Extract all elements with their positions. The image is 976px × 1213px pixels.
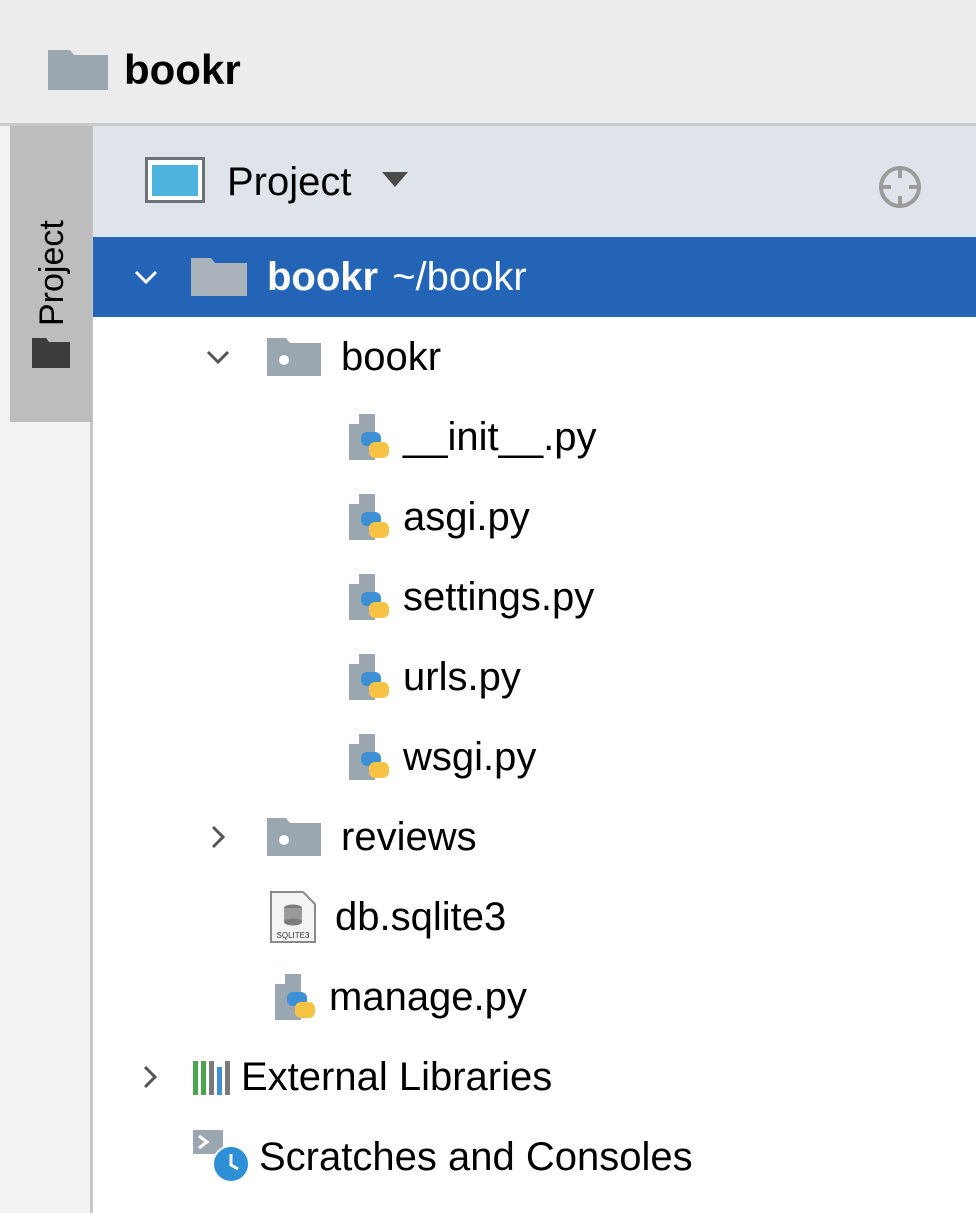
tree-row-root[interactable]: bookr ~/bookr	[93, 237, 976, 317]
tree-row-manage[interactable]: manage.py	[93, 957, 976, 1037]
file-name: asgi.py	[403, 495, 530, 539]
external-libraries-label: External Libraries	[241, 1055, 553, 1099]
window-title: bookr	[124, 46, 241, 93]
db-file-name: db.sqlite3	[335, 895, 507, 939]
bookr-dir-name: bookr	[341, 335, 442, 379]
tree-row-file[interactable]: __init__.py	[93, 397, 976, 477]
python-file-icon	[271, 970, 321, 1024]
chevron-right-icon[interactable]	[133, 1060, 167, 1094]
manage-file-name: manage.py	[329, 975, 527, 1019]
tool-window-strip: Project	[0, 126, 93, 1213]
libraries-icon	[191, 1057, 235, 1097]
root-name: bookr	[267, 255, 379, 299]
project-panel: Project bookr ~/bookr bookr __init__.py …	[93, 126, 976, 1213]
panel-header: Project	[93, 126, 976, 237]
reviews-dir-name: reviews	[341, 815, 477, 859]
python-file-icon	[345, 650, 395, 704]
project-tool-tab-label: Project	[33, 220, 71, 326]
file-name: urls.py	[403, 655, 521, 699]
file-name: wsgi.py	[403, 735, 537, 779]
title-bar: bookr	[0, 0, 976, 126]
folder-icon	[32, 338, 70, 373]
tree-row-reviews-dir[interactable]: reviews	[93, 797, 976, 877]
tree-row-file[interactable]: urls.py	[93, 637, 976, 717]
tree-row-external-libraries[interactable]: External Libraries	[93, 1037, 976, 1117]
scratches-label: Scratches and Consoles	[259, 1135, 693, 1179]
folder-icon	[48, 50, 108, 95]
tree-row-file[interactable]: asgi.py	[93, 477, 976, 557]
folder-icon	[191, 258, 247, 296]
file-name: __init__.py	[403, 415, 597, 459]
tree-row-db[interactable]: SQLITE3 db.sqlite3	[93, 877, 976, 957]
chevron-right-icon[interactable]	[201, 820, 235, 854]
project-tool-tab[interactable]: Project	[10, 126, 92, 422]
sqlite-file-icon: SQLITE3	[267, 890, 319, 944]
tree-row-file[interactable]: settings.py	[93, 557, 976, 637]
scratches-icon	[191, 1128, 255, 1186]
tree-row-bookr-dir[interactable]: bookr	[93, 317, 976, 397]
file-name: settings.py	[403, 575, 595, 619]
view-selector-dropdown[interactable]: Project	[145, 152, 485, 212]
module-folder-icon	[267, 818, 321, 856]
chevron-down-icon[interactable]	[129, 260, 163, 294]
module-folder-icon	[267, 338, 321, 376]
project-window-icon	[145, 156, 205, 208]
python-file-icon	[345, 490, 395, 544]
locate-icon[interactable]	[877, 164, 923, 215]
root-path: ~/bookr	[392, 255, 527, 299]
chevron-down-icon[interactable]	[201, 340, 235, 374]
tree-row-file[interactable]: wsgi.py	[93, 717, 976, 797]
sqlite-icon-text: SQLITE3	[277, 931, 310, 940]
python-file-icon	[345, 730, 395, 784]
python-file-icon	[345, 570, 395, 624]
tree-row-scratches[interactable]: Scratches and Consoles	[93, 1117, 976, 1197]
python-file-icon	[345, 410, 395, 464]
dropdown-caret-icon	[381, 171, 408, 193]
view-selector-label: Project	[227, 160, 352, 204]
project-tree: bookr ~/bookr bookr __init__.py asgi.py	[93, 237, 976, 1197]
